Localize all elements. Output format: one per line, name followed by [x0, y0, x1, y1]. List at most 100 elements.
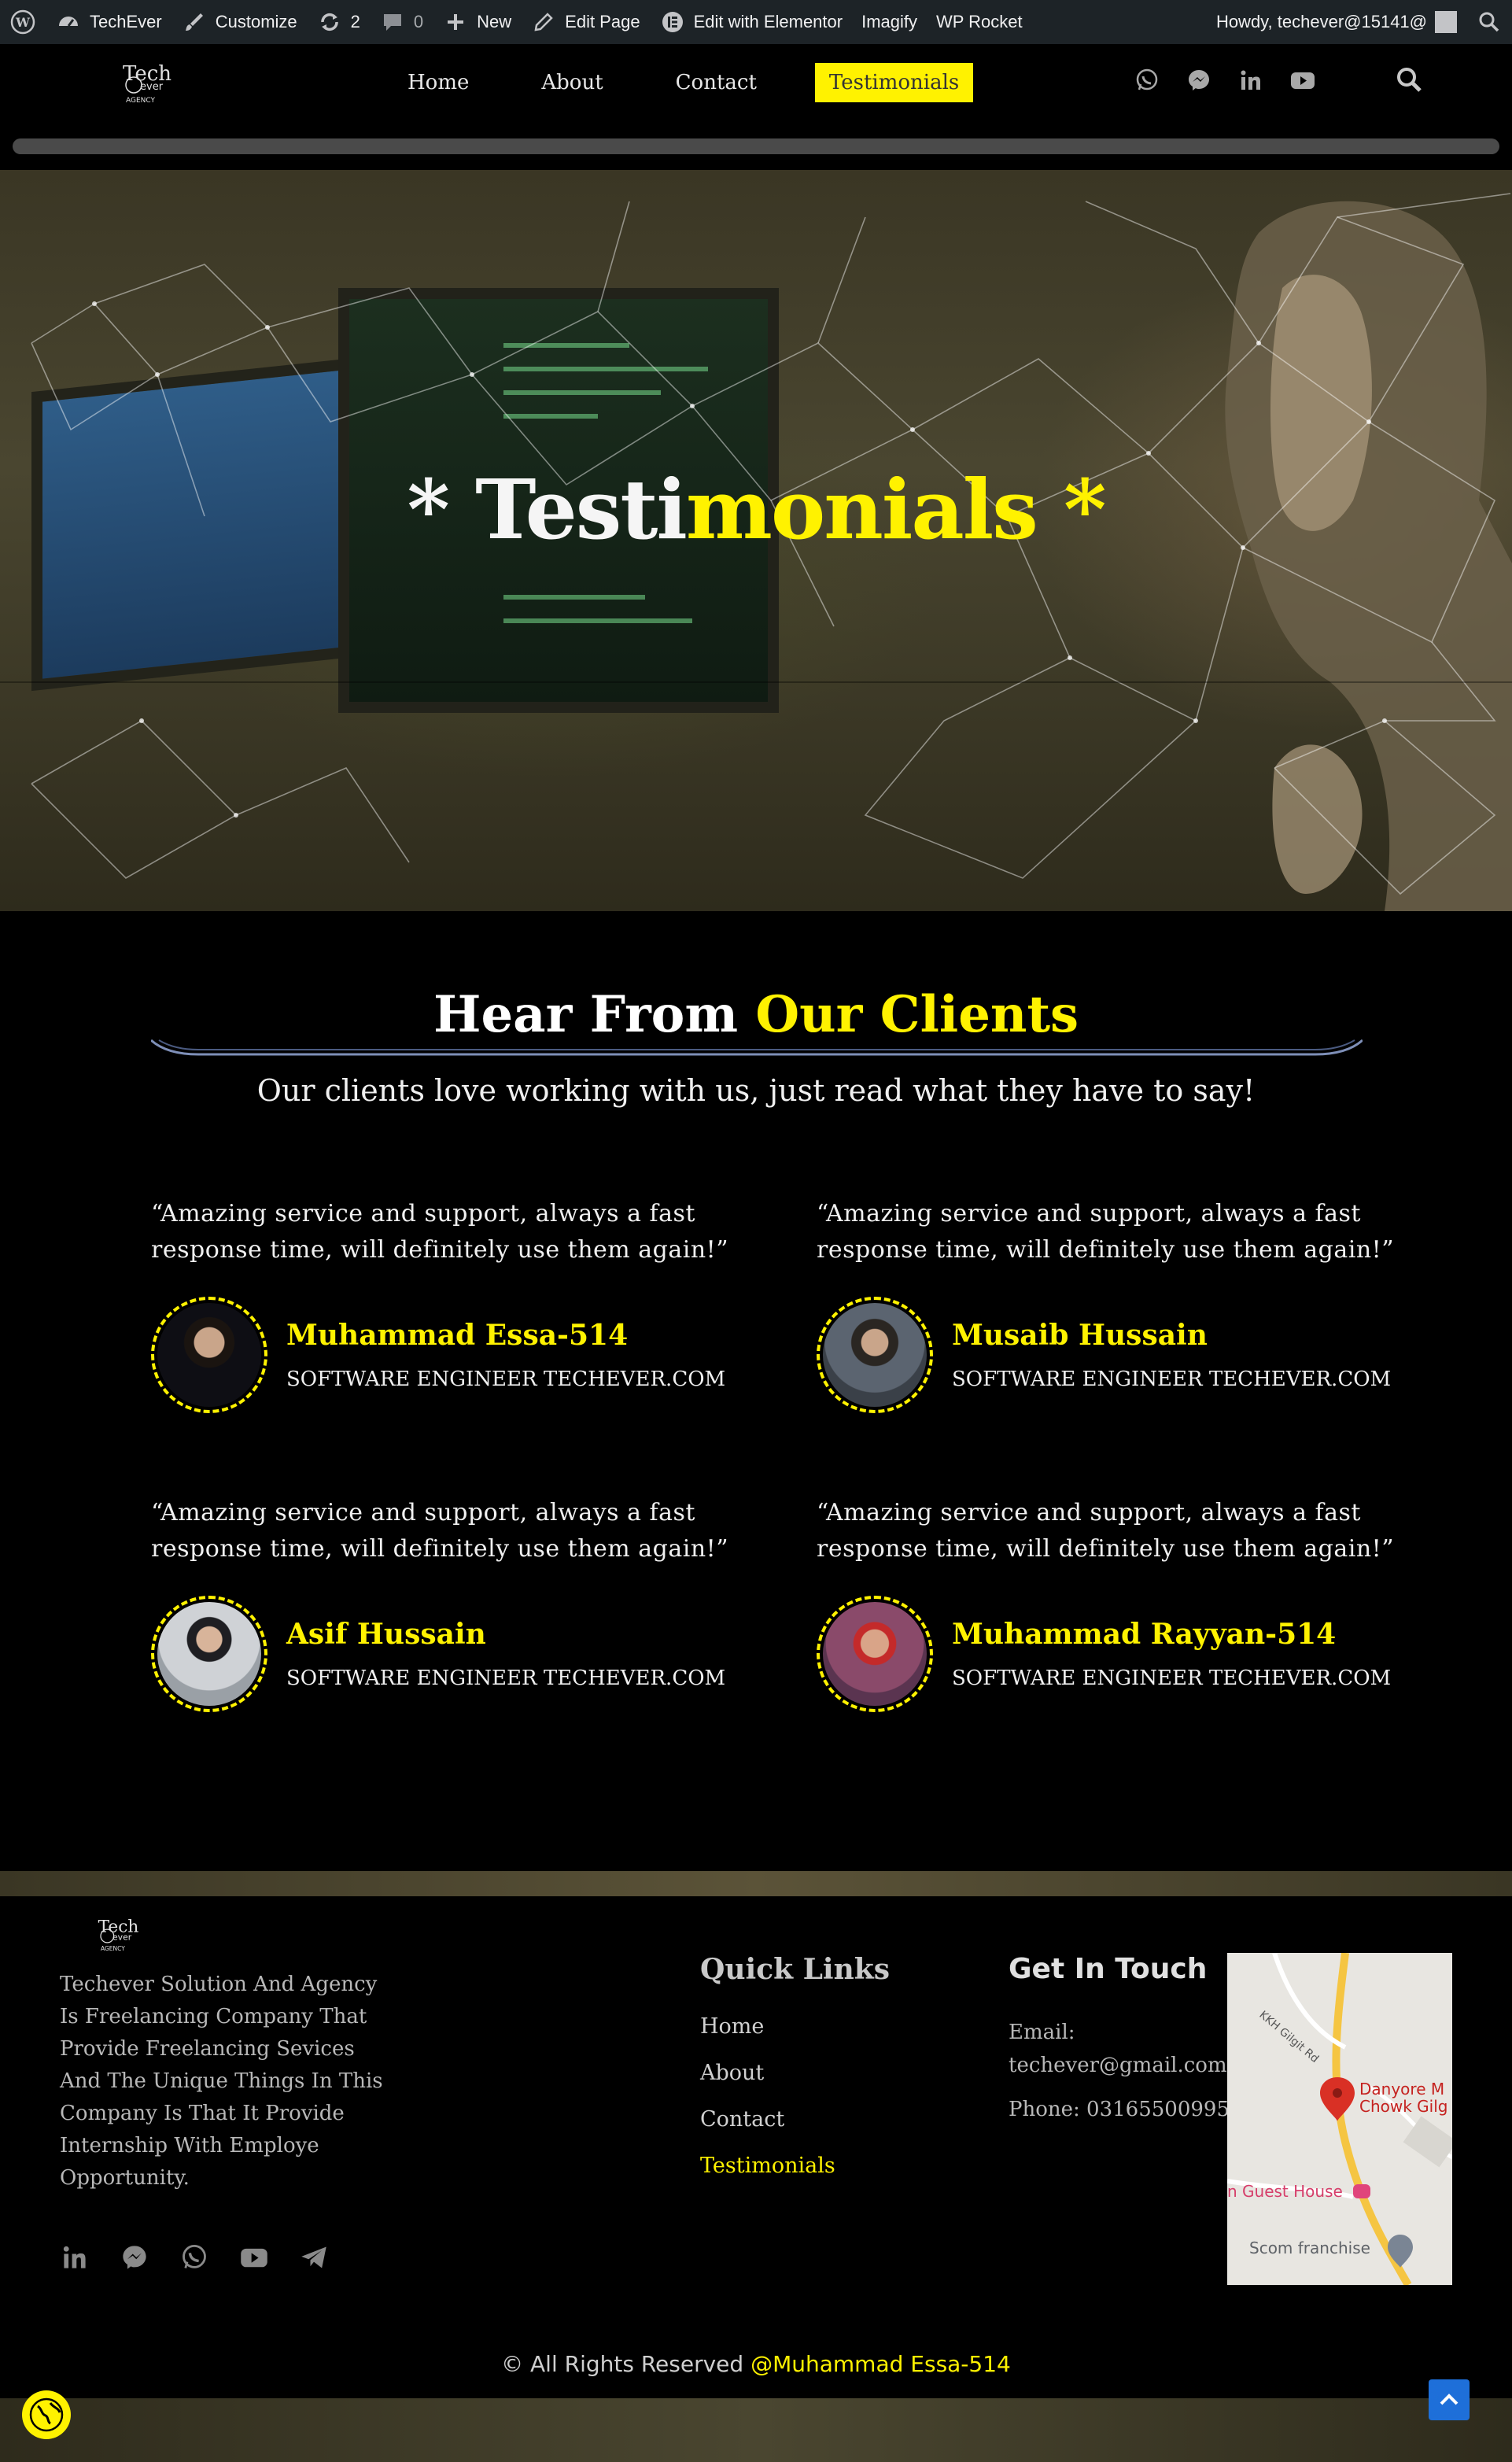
- updates-link[interactable]: 2: [307, 0, 370, 44]
- pencil-icon: [530, 9, 557, 35]
- svg-text:AGENCY: AGENCY: [101, 1945, 125, 1952]
- author-photo: [817, 1297, 933, 1413]
- comments-link[interactable]: 0: [370, 0, 433, 44]
- whatsapp-icon[interactable]: [179, 2242, 209, 2272]
- wp-rocket-label: WP Rocket: [936, 12, 1023, 31]
- author-name: Asif Hussain: [286, 1618, 486, 1651]
- section-subtitle: Our clients love working with us, just r…: [256, 1073, 1256, 1108]
- edit-page-label: Edit Page: [565, 12, 640, 31]
- testimonial-quote: “Amazing service and support, always a f…: [151, 1499, 729, 1563]
- map-place-1: Danyore M: [1359, 2080, 1444, 2098]
- logo-text-ever: ever: [140, 81, 164, 93]
- wp-rocket-link[interactable]: WP Rocket: [927, 0, 1032, 44]
- footer-bg-strip: [0, 1871, 1512, 1896]
- search-icon: [1397, 68, 1422, 92]
- author-name: Musaib Hussain: [952, 1319, 1208, 1352]
- customize-link[interactable]: Customize: [171, 0, 307, 44]
- whatsapp-icon[interactable]: [1133, 66, 1161, 94]
- map-place-1b: Chowk Gilg: [1359, 2097, 1447, 2116]
- hero-banner: * Testimonials *: [0, 170, 1512, 911]
- wp-admin-bar: W TechEver Customize 2 0 New Edit Page E…: [0, 0, 1512, 44]
- comments-count: 0: [413, 12, 424, 31]
- howdy-label: Howdy, techever@15141@: [1215, 12, 1427, 31]
- youtube-icon[interactable]: [1289, 66, 1317, 94]
- nav-item-contact[interactable]: Contact: [662, 65, 771, 101]
- nav-item-about[interactable]: About: [527, 65, 617, 101]
- copyright-text: © All Rights Reserved @Muhammad Essa-514: [0, 2351, 1512, 2377]
- author-role: SOFTWARE ENGINEER TECHEVER.COM: [952, 1667, 1392, 1690]
- get-in-touch-title: Get In Touch: [1009, 1953, 1208, 1985]
- title-underline: [151, 1039, 1363, 1056]
- quick-link-about[interactable]: About: [700, 2061, 835, 2107]
- testimonial-card: “Amazing service and support, always a f…: [151, 1495, 749, 1712]
- telegram-icon[interactable]: [299, 2242, 329, 2272]
- site-name-label: TechEver: [90, 12, 162, 31]
- testimonial-card: “Amazing service and support, always a f…: [151, 1196, 749, 1413]
- comment-icon: [379, 9, 406, 35]
- header-search-button[interactable]: [1396, 66, 1424, 94]
- copyright-prefix: © All Rights Reserved: [501, 2351, 751, 2377]
- quick-links-title: Quick Links: [700, 1953, 890, 1986]
- testimonial-author: Muhammad Essa-514 SOFTWARE ENGINEER TECH…: [151, 1297, 749, 1413]
- svg-text:ever: ever: [112, 1932, 132, 1943]
- phone-value[interactable]: Phone: 03165500995: [1009, 2098, 1230, 2121]
- section-title-white: Hear From: [433, 985, 756, 1044]
- scroll-to-top-button[interactable]: [1429, 2379, 1470, 2420]
- quick-link-contact[interactable]: Contact: [700, 2107, 835, 2154]
- search-icon: [1476, 9, 1503, 35]
- quick-link-home[interactable]: Home: [700, 2014, 835, 2061]
- footer-social-links: [60, 2242, 329, 2272]
- footer-bottom-bg: [0, 2398, 1512, 2462]
- author-role: SOFTWARE ENGINEER TECHEVER.COM: [286, 1667, 726, 1690]
- adminbar-search-button[interactable]: [1466, 0, 1512, 44]
- messenger-icon[interactable]: [1185, 66, 1213, 94]
- email-value[interactable]: techever@gmail.com: [1009, 2054, 1227, 2077]
- wordpress-icon: W: [9, 9, 36, 35]
- footer-logo[interactable]: Tech ever AGENCY: [93, 1914, 140, 1954]
- author-name: Muhammad Rayyan-514: [952, 1618, 1337, 1651]
- linkedin-icon[interactable]: [60, 2242, 90, 2272]
- nav-item-home[interactable]: Home: [393, 65, 483, 101]
- quick-link-testimonials[interactable]: Testimonials: [700, 2154, 835, 2200]
- map-place-2: n Guest House: [1227, 2182, 1343, 2201]
- testimonial-quote: “Amazing service and support, always a f…: [817, 1499, 1395, 1563]
- email-label: Email:: [1009, 2021, 1075, 2044]
- site-header: Tech ever AGENCY Home About Contact Test…: [0, 44, 1512, 167]
- scroll-progress-bar: [13, 138, 1499, 154]
- customize-label: Customize: [215, 12, 297, 31]
- brush-icon: [181, 9, 208, 35]
- new-label: New: [477, 12, 512, 31]
- youtube-icon[interactable]: [239, 2242, 269, 2272]
- edit-elementor-link[interactable]: Edit with Elementor: [650, 0, 853, 44]
- plus-icon: [442, 9, 469, 35]
- avatar: [1435, 11, 1457, 33]
- wordpress-logo-button[interactable]: W: [0, 0, 46, 44]
- footer-about-text: Techever Solution And Agency Is Freelanc…: [60, 1973, 383, 2190]
- nav-item-testimonials[interactable]: Testimonials: [814, 63, 974, 102]
- elementor-icon: [659, 9, 686, 35]
- svg-text:W: W: [15, 15, 31, 30]
- linkedin-icon[interactable]: [1237, 66, 1265, 94]
- section-title-yellow: Our Clients: [755, 985, 1079, 1044]
- edit-page-link[interactable]: Edit Page: [521, 0, 649, 44]
- testimonial-quote: “Amazing service and support, always a f…: [151, 1200, 729, 1264]
- testimonial-card: “Amazing service and support, always a f…: [817, 1196, 1414, 1413]
- chevron-up-icon: [1440, 2394, 1459, 2405]
- hero-title-highlight: monials *: [685, 461, 1107, 558]
- messenger-icon[interactable]: [120, 2242, 149, 2272]
- site-footer: Tech ever AGENCY Techever Solution And A…: [0, 1896, 1512, 2398]
- section-title: Hear From Our Clients: [0, 985, 1512, 1044]
- location-map[interactable]: KKH Gilgit Rd Danyore M Chowk Gilg n Gue…: [1227, 1953, 1452, 2285]
- language-switcher-button[interactable]: [22, 2390, 71, 2439]
- logo-text-agency: AGENCY: [126, 97, 156, 105]
- author-role: SOFTWARE ENGINEER TECHEVER.COM: [286, 1368, 726, 1391]
- header-social-links: [1133, 66, 1317, 94]
- site-name-link[interactable]: TechEver: [46, 0, 171, 44]
- globe-icon: [29, 2397, 64, 2432]
- copyright-author-link[interactable]: @Muhammad Essa-514: [750, 2351, 1011, 2377]
- my-account-link[interactable]: Howdy, techever@15141@: [1207, 0, 1466, 44]
- imagify-link[interactable]: Imagify: [852, 0, 927, 44]
- site-logo[interactable]: Tech ever AGENCY: [116, 58, 173, 107]
- hero-title-white: * Testi: [407, 461, 688, 558]
- new-content-link[interactable]: New: [433, 0, 521, 44]
